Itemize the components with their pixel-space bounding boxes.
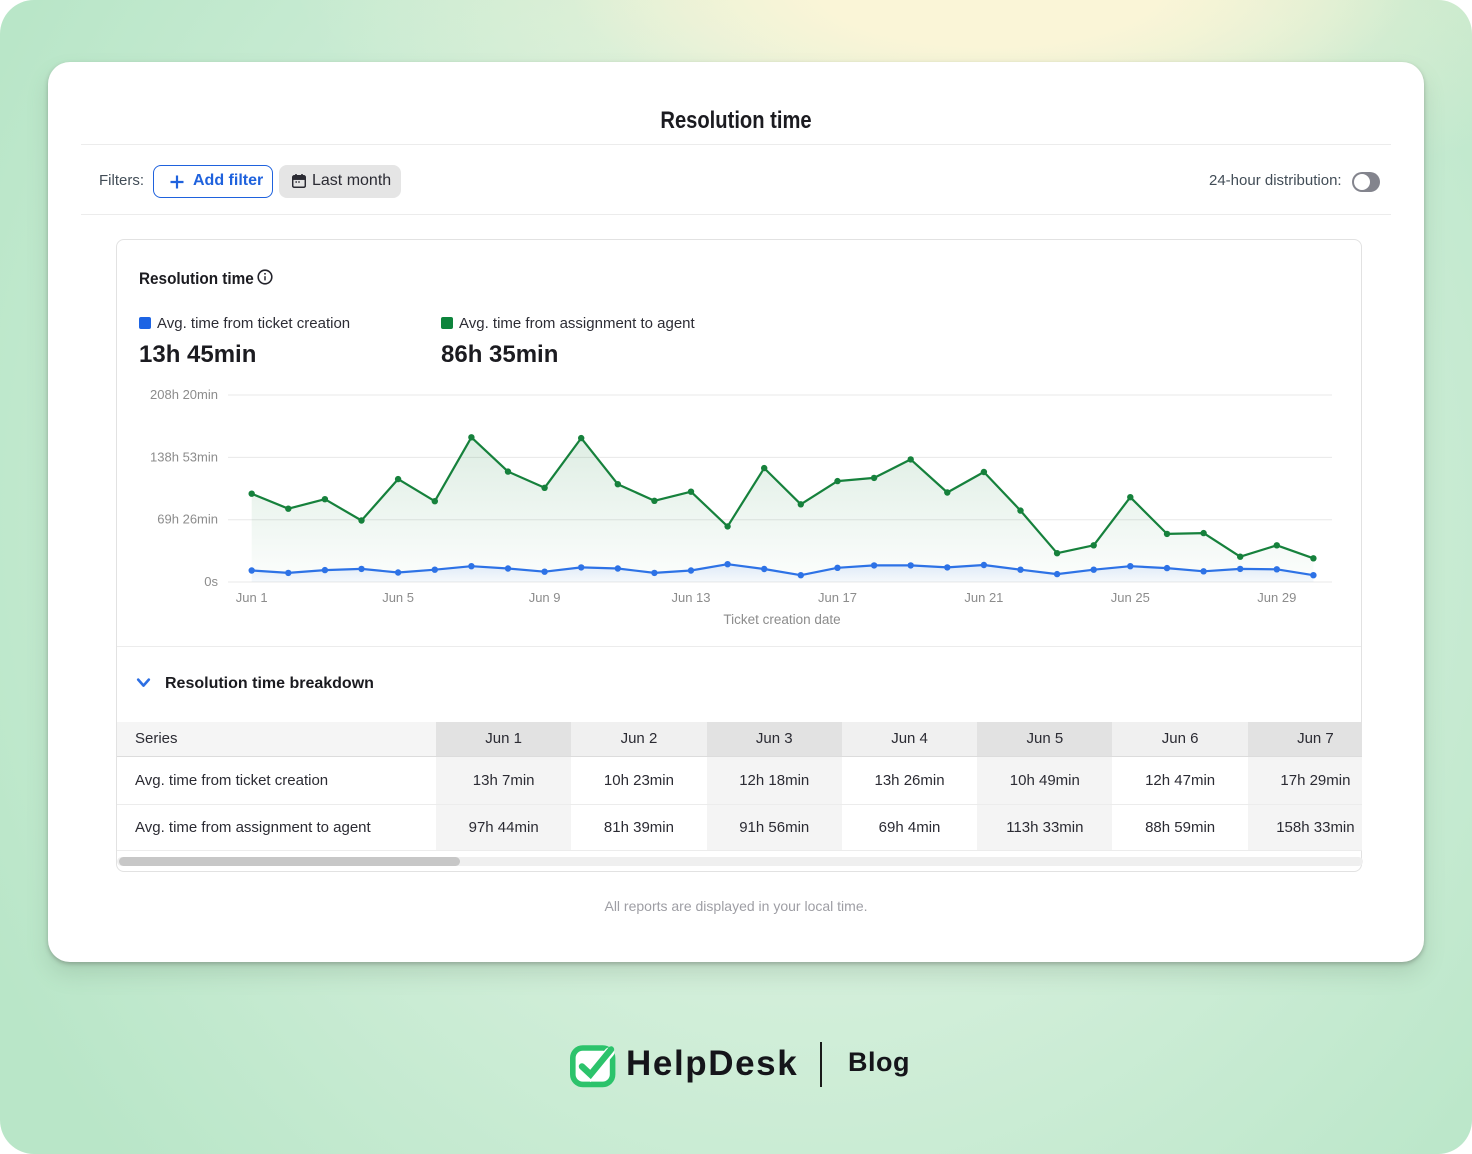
svg-text:138h 53min: 138h 53min (150, 449, 218, 464)
svg-text:Jun 13: Jun 13 (671, 590, 710, 605)
svg-text:Ticket creation date: Ticket creation date (723, 612, 840, 627)
svg-text:69h 26min: 69h 26min (157, 512, 218, 527)
svg-text:208h 20min: 208h 20min (150, 387, 218, 402)
svg-text:0s: 0s (204, 574, 218, 589)
svg-text:Jun 9: Jun 9 (529, 590, 561, 605)
svg-text:Jun 17: Jun 17 (818, 590, 857, 605)
svg-text:Jun 21: Jun 21 (964, 590, 1003, 605)
svg-text:Jun 29: Jun 29 (1257, 590, 1296, 605)
svg-text:Jun 25: Jun 25 (1111, 590, 1150, 605)
svg-text:Jun 1: Jun 1 (236, 590, 268, 605)
svg-text:Jun 5: Jun 5 (382, 590, 414, 605)
